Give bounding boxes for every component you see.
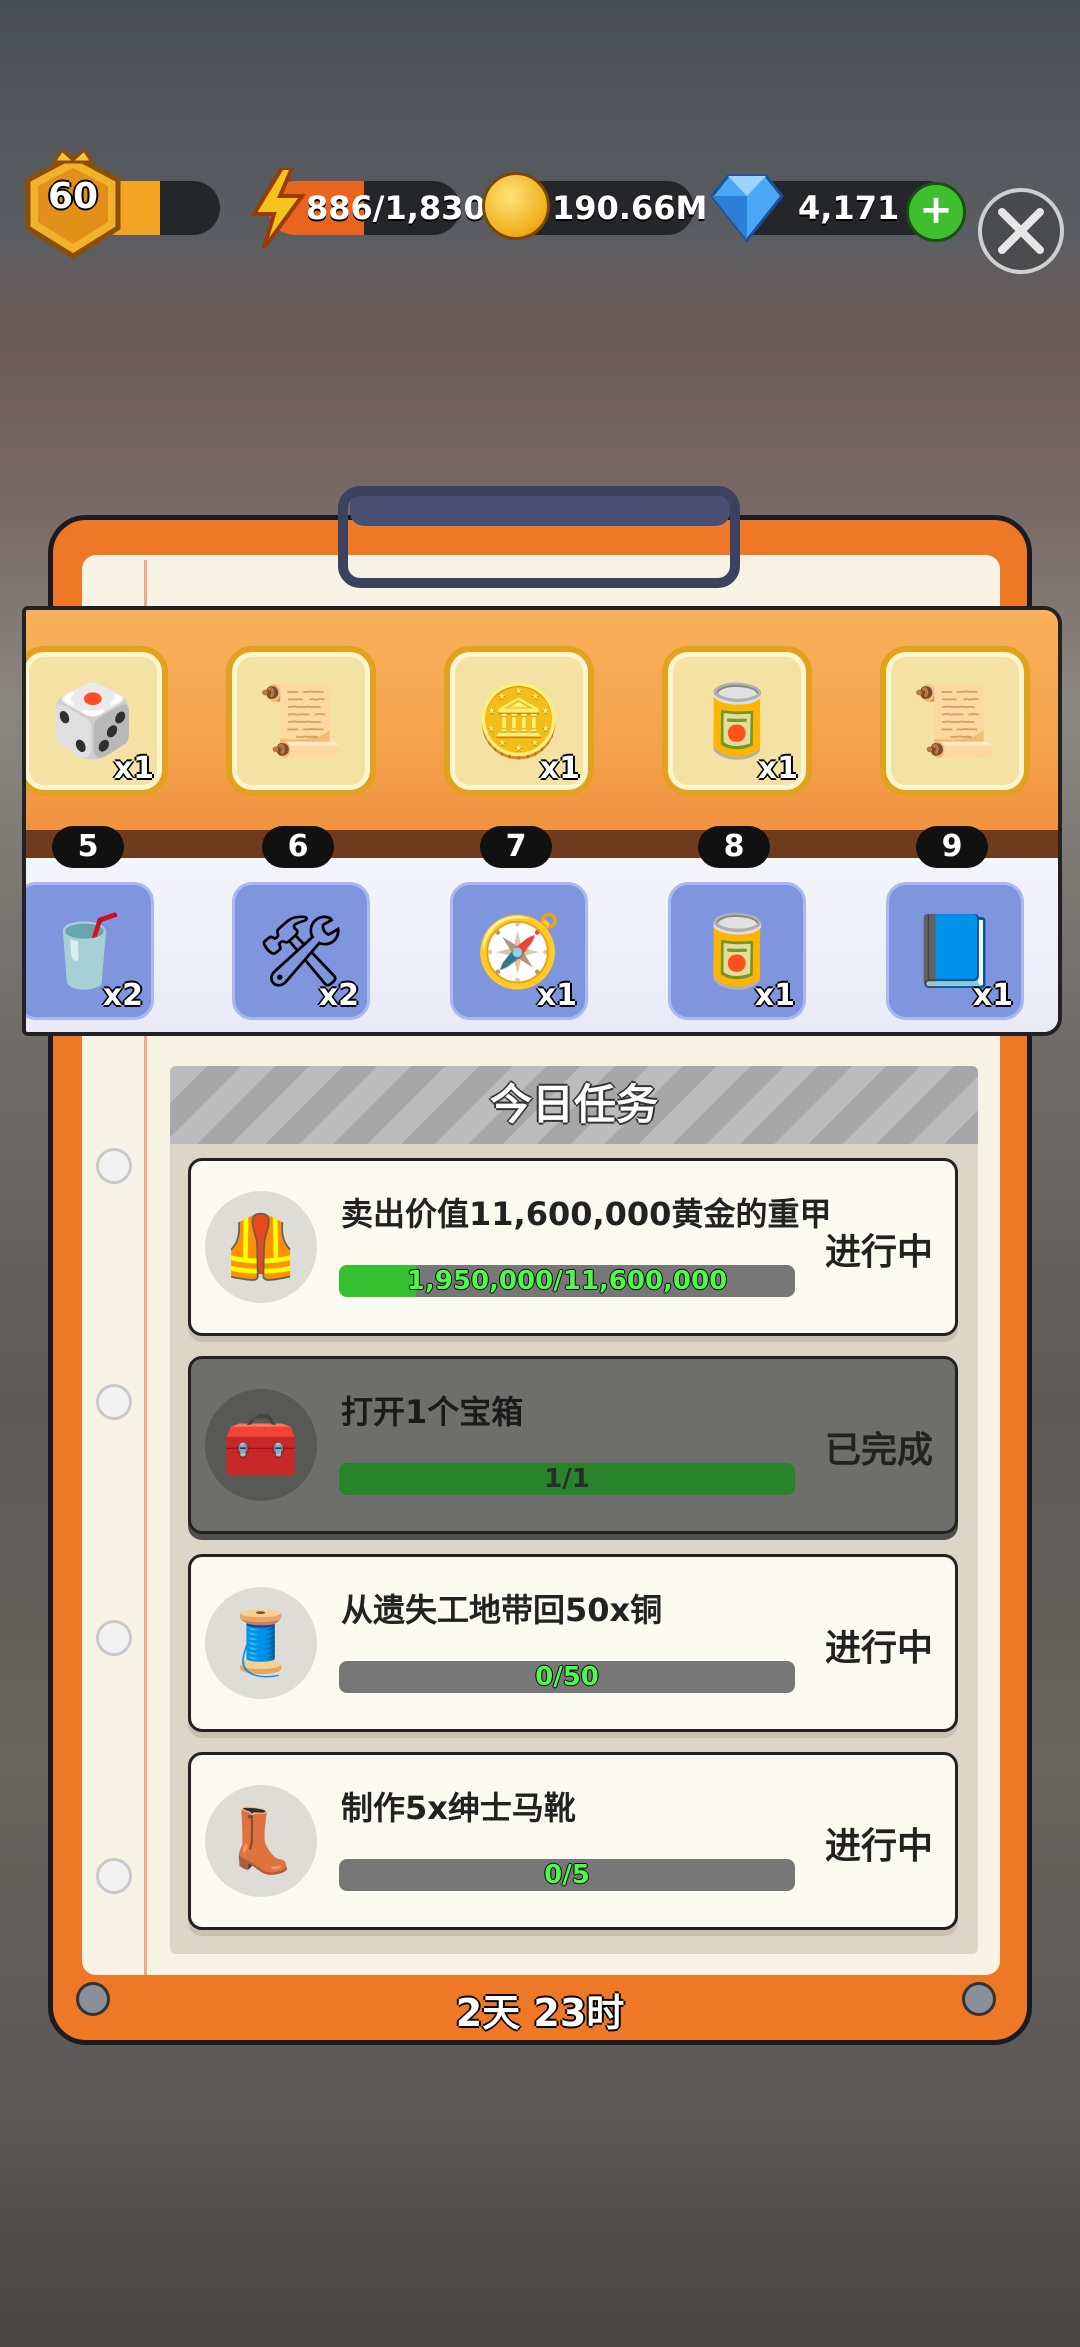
binder-hole (96, 1620, 132, 1656)
task-progress-bar: 0/5 (339, 1859, 795, 1891)
task-name: 打开1个宝箱 (341, 1393, 524, 1431)
binder-hole (96, 1384, 132, 1420)
level-number: 5 (52, 826, 124, 868)
free-reward-slot[interactable]: 🧭 x1 (450, 882, 588, 1020)
level-number: 9 (916, 826, 988, 868)
progress-text: 0/5 (544, 1860, 590, 1890)
daily-tasks-panel: 今日任务 🦺 卖出价值11,600,000黄金的重甲 1,950,000/11,… (170, 1066, 978, 1954)
reward-qty: x1 (757, 751, 798, 786)
premium-reward-slot[interactable]: 🪙 x1 (444, 646, 594, 796)
task-status: 进行中 (824, 1826, 933, 1867)
reset-timer: 2天 23时 (455, 1991, 625, 2035)
level-number: 8 (698, 826, 770, 868)
reward-track[interactable]: 🎲 x1 📜 🪙 x1 🥫 x1 📜 5 6 7 8 9 🥤 x2 🛠 x2 🧭… (22, 606, 1062, 1036)
gold-value: 190.66M (552, 189, 708, 227)
task-name: 制作5x绅士马靴 (341, 1789, 576, 1827)
progress-text: 1,950,000/11,600,000 (406, 1266, 728, 1296)
scroll-meal-icon: 📜 (911, 679, 999, 762)
task-progress-bar: 1/1 (339, 1463, 795, 1495)
free-reward-slot[interactable]: 📘 x1 (886, 882, 1024, 1020)
tasks-title: 今日任务 (489, 1080, 658, 1129)
binder-hole (96, 1148, 132, 1184)
level-value: 60 (47, 176, 99, 217)
reward-qty: x1 (972, 978, 1013, 1013)
premium-reward-slot[interactable]: 📜 (226, 646, 376, 796)
plus-icon: + (919, 187, 953, 233)
task-progress-bar: 1,950,000/11,600,000 (339, 1265, 795, 1297)
binder-hole (96, 1858, 132, 1894)
premium-reward-slot[interactable]: 🎲 x1 (26, 646, 168, 796)
task-card[interactable]: 👢 制作5x绅士马靴 0/5 进行中 (188, 1752, 958, 1930)
task-status: 进行中 (824, 1628, 933, 1669)
reward-qty: x1 (539, 751, 580, 786)
gold-coin-icon (482, 172, 550, 240)
task-card[interactable]: 🧵 从遗失工地带回50x铜 0/50 进行中 (188, 1554, 958, 1732)
clipboard-clip (338, 486, 740, 588)
energy-value: 886/1,830 (306, 189, 486, 227)
reward-qty: x1 (754, 978, 795, 1013)
free-reward-slot[interactable]: 🥫 x1 (668, 882, 806, 1020)
close-button[interactable] (978, 188, 1064, 274)
diamond-icon (710, 170, 784, 243)
task-card[interactable]: 🧰 打开1个宝箱 1/1 已完成 (188, 1356, 958, 1534)
boots-icon: 👢 (205, 1785, 317, 1897)
scroll-badge-icon: 📜 (257, 679, 345, 762)
task-progress-bar: 0/50 (339, 1661, 795, 1693)
add-gems-button[interactable]: + (906, 182, 966, 242)
task-card[interactable]: 🦺 卖出价值11,600,000黄金的重甲 1,950,000/11,600,0… (188, 1158, 958, 1336)
free-reward-slot[interactable]: 🛠 x2 (232, 882, 370, 1020)
progress-text: 1/1 (544, 1464, 590, 1494)
reward-qty: x2 (102, 978, 143, 1013)
copper-spool-icon: 🧵 (205, 1587, 317, 1699)
armor-icon: 🦺 (205, 1191, 317, 1303)
reward-qty: x1 (536, 978, 577, 1013)
treasure-chest-icon: 🧰 (205, 1389, 317, 1501)
gem-value: 4,171 (798, 189, 900, 227)
task-name: 从遗失工地带回50x铜 (341, 1591, 663, 1629)
reward-qty: x1 (113, 751, 154, 786)
tasks-header: 今日任务 (170, 1066, 978, 1144)
progress-text: 0/50 (535, 1662, 599, 1692)
close-icon (998, 208, 1044, 254)
task-status: 进行中 (824, 1232, 933, 1273)
premium-reward-slot[interactable]: 🥫 x1 (662, 646, 812, 796)
task-name: 卖出价值11,600,000黄金的重甲 (341, 1195, 832, 1233)
lightning-icon (250, 166, 306, 250)
task-status: 已完成 (824, 1430, 933, 1471)
reward-qty: x2 (318, 978, 359, 1013)
level-badge[interactable]: 60 (14, 147, 132, 262)
level-number: 7 (480, 826, 552, 868)
free-reward-slot[interactable]: 🥤 x2 (26, 882, 154, 1020)
premium-reward-slot[interactable]: 📜 (880, 646, 1030, 796)
level-number: 6 (262, 826, 334, 868)
